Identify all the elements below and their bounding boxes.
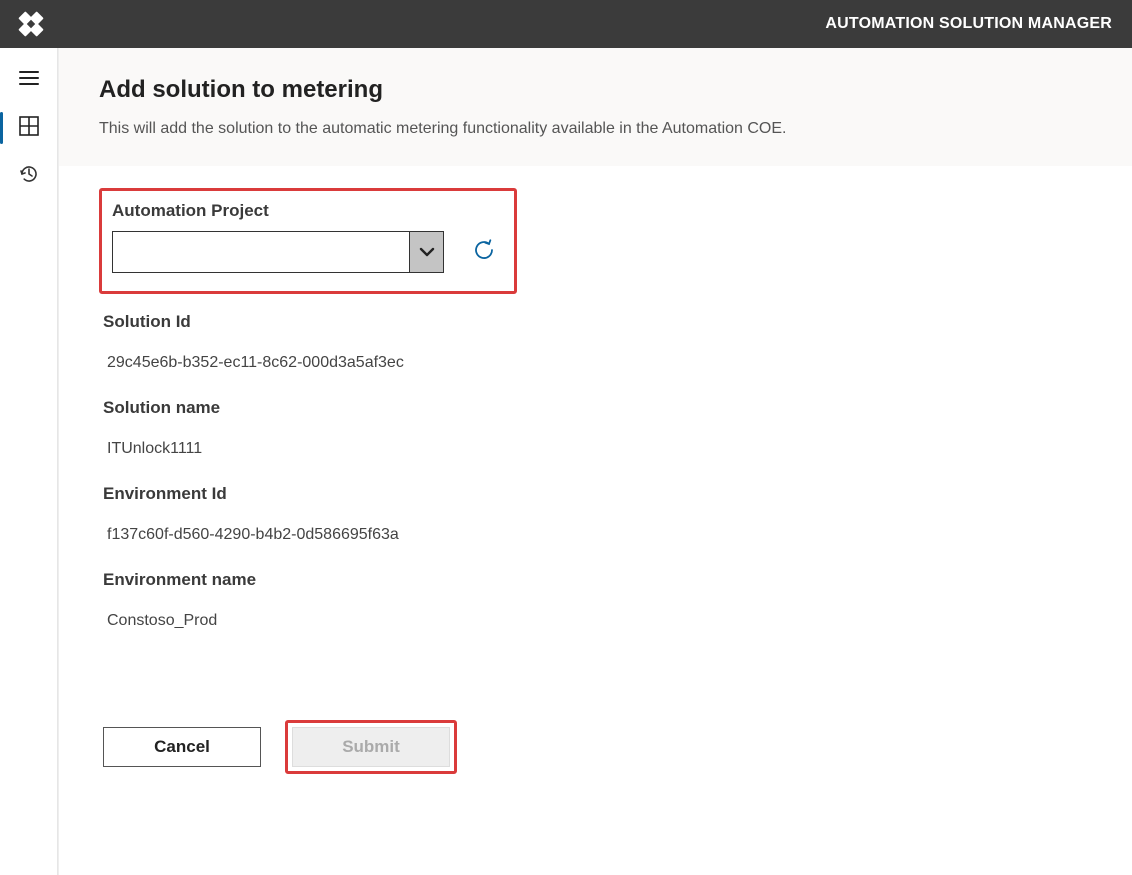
cancel-button[interactable]: Cancel — [103, 727, 261, 767]
sidebar — [0, 48, 58, 875]
solution-name-value: ITUnlock1111 — [107, 440, 1092, 458]
environment-name-value: Constoso_Prod — [107, 612, 1092, 630]
sidebar-item-history[interactable] — [0, 154, 57, 198]
environment-id-value: f137c60f-d560-4290-b4b2-0d586695f63a — [107, 526, 1092, 544]
solution-id-label: Solution Id — [103, 312, 1092, 332]
sidebar-toggle[interactable] — [0, 58, 57, 102]
app-header: AUTOMATION SOLUTION MANAGER — [0, 0, 1132, 48]
app-logo — [14, 9, 48, 39]
sidebar-item-grid[interactable] — [0, 106, 57, 150]
button-row: Cancel Submit — [103, 720, 1092, 774]
page-header: Add solution to metering This will add t… — [59, 48, 1132, 166]
environment-id-label: Environment Id — [103, 484, 1092, 504]
chevron-down-icon[interactable] — [409, 232, 443, 272]
automation-project-input[interactable] — [113, 232, 409, 272]
refresh-icon — [472, 238, 496, 267]
submit-highlight: Submit — [285, 720, 457, 774]
page-description: This will add the solution to the automa… — [99, 120, 1092, 138]
app-title: AUTOMATION SOLUTION MANAGER — [825, 15, 1112, 33]
page-title: Add solution to metering — [99, 76, 1092, 104]
refresh-button[interactable] — [472, 238, 496, 267]
submit-button[interactable]: Submit — [292, 727, 450, 767]
automation-project-label: Automation Project — [112, 201, 504, 221]
solution-id-value: 29c45e6b-b352-ec11-8c62-000d3a5af3ec — [107, 354, 1092, 372]
grid-icon — [18, 115, 40, 142]
solution-name-label: Solution name — [103, 398, 1092, 418]
environment-name-label: Environment name — [103, 570, 1092, 590]
hamburger-icon — [18, 67, 40, 94]
automation-project-select[interactable] — [112, 231, 444, 273]
main-content: Add solution to metering This will add t… — [58, 48, 1132, 875]
automation-project-highlight: Automation Project — [99, 188, 517, 294]
history-icon — [18, 163, 40, 190]
form-panel: Automation Project S — [59, 166, 1132, 875]
